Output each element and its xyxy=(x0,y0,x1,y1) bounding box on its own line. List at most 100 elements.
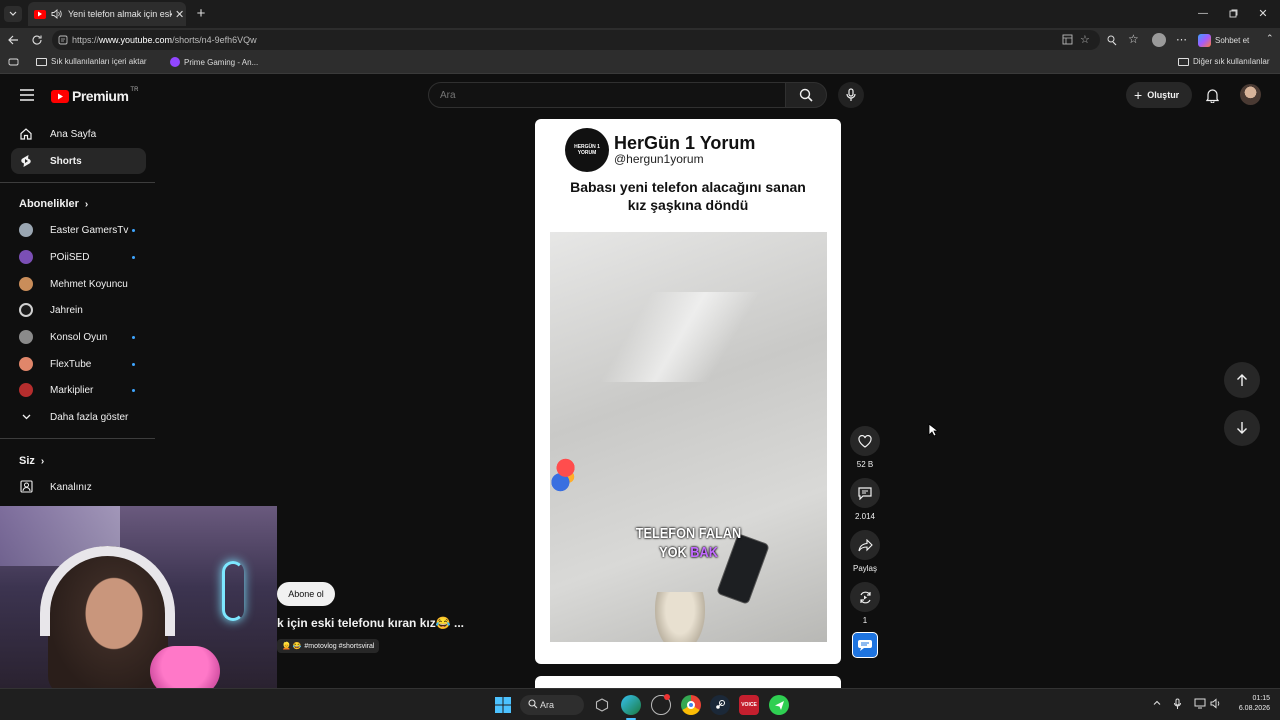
tab-close-icon[interactable]: ✕ xyxy=(175,8,184,21)
caption-line2-a: YOK xyxy=(659,543,687,561)
start-button[interactable] xyxy=(493,695,513,715)
bookmark-prime-gaming[interactable]: Prime Gaming - An... xyxy=(170,57,258,67)
caption-highlight: BAK xyxy=(690,543,718,561)
other-bookmarks[interactable]: Diğer sık kullanılanlar xyxy=(1178,57,1269,66)
tray-volume-icon[interactable] xyxy=(1210,698,1222,709)
youtube-play-icon xyxy=(51,89,69,103)
extensions-icon[interactable] xyxy=(1106,34,1118,46)
next-short-button[interactable] xyxy=(1224,410,1260,446)
channel-name: Jahrein xyxy=(50,304,83,316)
sidebar-item-shorts[interactable]: Shorts xyxy=(11,148,146,174)
channel-name: Konsol Oyun xyxy=(50,331,108,343)
taskbar-app-steam[interactable] xyxy=(710,695,730,715)
you-header[interactable]: Siz › xyxy=(19,455,44,467)
tab-actions-icon[interactable] xyxy=(4,6,22,22)
voice-search-button[interactable] xyxy=(838,82,864,108)
taskbar-search[interactable]: Ara xyxy=(520,695,584,715)
sidebar-item-home[interactable]: Ana Sayfa xyxy=(11,121,146,147)
bookmark-collections-icon[interactable] xyxy=(8,57,19,67)
comments-button[interactable] xyxy=(850,478,880,508)
clock-date: 6.08.2026 xyxy=(1238,705,1270,713)
subscribe-button[interactable]: Abone ol xyxy=(277,582,335,606)
bookmarks-bar: Sık kullanılanları içeri aktar Prime Gam… xyxy=(0,52,1280,74)
favorite-star-icon[interactable]: ☆ xyxy=(1080,33,1090,46)
chrome-center xyxy=(687,701,695,709)
mouse-cursor-icon xyxy=(928,423,940,442)
notifications-bell-icon[interactable] xyxy=(1204,86,1220,104)
address-bar[interactable]: https://www.youtube.com/shorts/n4-9efh6V… xyxy=(52,30,1100,50)
short-hashtags[interactable]: 👱 😂 #motovlog #shortsviral xyxy=(277,639,380,653)
comment-icon xyxy=(858,486,872,500)
sound-thumbnail[interactable] xyxy=(852,632,878,658)
close-window-button[interactable]: ✕ xyxy=(1256,6,1270,20)
browser-tab-bar: Yeni telefon almak için eski te ✕ + — ✕ xyxy=(0,0,1280,28)
hamburger-menu-icon[interactable] xyxy=(18,87,36,103)
sidebar-divider xyxy=(0,438,155,439)
youtube-favicon-icon xyxy=(34,9,46,19)
minimize-button[interactable]: — xyxy=(1196,6,1210,20)
sidebar-toggle-icon[interactable]: ⌃ xyxy=(1266,33,1274,44)
sidebar-subscription-markiplier[interactable]: Markiplier xyxy=(11,377,146,403)
video-headline-line2: kız şaşkına döndü xyxy=(627,197,749,213)
sidebar-show-more[interactable]: Daha fazla göster xyxy=(11,404,146,430)
audio-playing-icon[interactable] xyxy=(51,9,62,19)
favorites-icon[interactable]: ☆ xyxy=(1128,32,1139,46)
folder-icon xyxy=(36,57,47,66)
refresh-button[interactable] xyxy=(30,33,44,47)
account-avatar[interactable] xyxy=(1240,84,1261,105)
sidebar-subscription-mehmet-koyuncu[interactable]: Mehmet Koyuncu xyxy=(11,271,146,297)
logo-region: TR xyxy=(130,87,139,93)
new-tab-button[interactable]: + xyxy=(193,5,209,22)
video-channel-handle: @hergun1yorum xyxy=(614,152,704,166)
share-button[interactable] xyxy=(850,530,880,560)
chat-bubble-icon xyxy=(858,639,872,651)
paper-plane-icon xyxy=(774,700,784,710)
caption-line1: TELEFON FALAN xyxy=(635,525,742,542)
channel-name: POiiSED xyxy=(50,251,90,263)
taskbar-app-chrome[interactable] xyxy=(681,695,701,715)
microphone-icon xyxy=(846,88,856,101)
sidebar-subscription-jahrein[interactable]: Jahrein xyxy=(11,297,146,323)
app-available-icon[interactable] xyxy=(1062,34,1073,45)
taskbar-app-widget[interactable] xyxy=(592,695,612,715)
browser-tab-active[interactable]: Yeni telefon almak için eski te ✕ xyxy=(28,2,186,26)
youtube-logo[interactable]: Premium TR xyxy=(51,87,138,105)
sidebar-subscription-flextube[interactable]: FlexTube xyxy=(11,351,146,377)
bookmark-import[interactable]: Sık kullanılanları içeri aktar xyxy=(36,57,147,66)
channel-avatar xyxy=(19,223,33,237)
new-content-dot xyxy=(132,363,135,366)
previous-short-button[interactable] xyxy=(1224,362,1260,398)
sidebar-item-your-channel[interactable]: Kanalınız xyxy=(11,474,146,500)
tray-microphone-icon[interactable] xyxy=(1173,698,1182,710)
profile-avatar[interactable] xyxy=(1152,33,1166,47)
sidebar-divider xyxy=(0,182,155,183)
create-button[interactable]: + Oluştur xyxy=(1126,82,1192,108)
taskbar-app-edge[interactable] xyxy=(621,695,641,715)
caption-line2: YOK BAK xyxy=(571,544,806,563)
subscriptions-header[interactable]: Abonelikler › xyxy=(19,198,88,210)
search-button[interactable] xyxy=(785,82,827,108)
new-content-dot xyxy=(132,229,135,232)
search-input[interactable] xyxy=(440,89,770,101)
folder-icon xyxy=(1178,57,1189,66)
sidebar-subscription-poiised[interactable]: POiiSED xyxy=(11,244,146,270)
search-box[interactable] xyxy=(428,82,786,108)
short-title: k için eski telefonu kıran kız😂 ... xyxy=(277,616,465,630)
taskbar-app-green[interactable] xyxy=(769,695,789,715)
more-menu-icon[interactable]: ⋯ xyxy=(1176,33,1187,46)
taskbar-clock[interactable]: 01:15 6.08.2026 xyxy=(1226,694,1270,714)
restore-button[interactable] xyxy=(1226,6,1240,20)
tray-display-icon[interactable] xyxy=(1194,698,1206,709)
taskbar-app-voicemeeter[interactable]: VOICE xyxy=(739,695,759,715)
back-button[interactable] xyxy=(6,33,20,47)
sidebar-subscription-konsol-oyun[interactable]: Konsol Oyun xyxy=(11,324,146,350)
sidebar-subscription-easter-gamerstv[interactable]: Easter GamersTv xyxy=(11,217,146,243)
next-short-preview[interactable] xyxy=(535,676,841,688)
remix-button[interactable] xyxy=(850,582,880,612)
remix-count: 1 xyxy=(862,616,868,625)
tray-chevron-up-icon[interactable] xyxy=(1152,698,1162,708)
like-button[interactable] xyxy=(850,426,880,456)
copilot-button[interactable]: Sohbet et xyxy=(1198,32,1260,48)
site-info-icon[interactable] xyxy=(58,35,68,45)
shorts-player[interactable]: HERGÜN 1 YORUM HerGün 1 Yorum @hergun1yo… xyxy=(535,119,841,664)
